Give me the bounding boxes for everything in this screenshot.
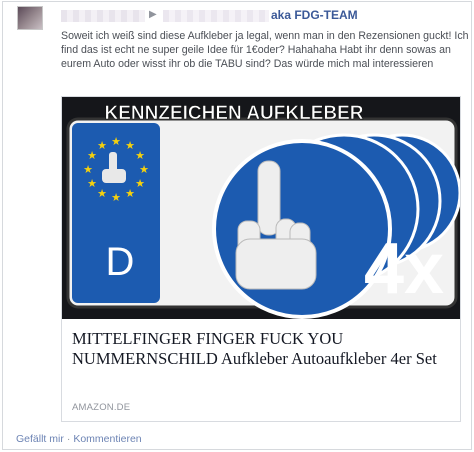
svg-text:★: ★ bbox=[97, 187, 107, 200]
post-container: ▶ aka FDG-TEAM Soweit ich weiß sind dies… bbox=[2, 1, 472, 450]
post-actions: Gefällt mir · Kommentieren bbox=[16, 432, 142, 446]
svg-text:★: ★ bbox=[111, 135, 121, 148]
redacted-target-name bbox=[163, 10, 269, 22]
svg-text:★: ★ bbox=[125, 139, 135, 152]
target-page-link[interactable]: aka FDG-TEAM bbox=[271, 7, 358, 23]
country-letter: D bbox=[106, 240, 135, 284]
quantity-label: 4x bbox=[364, 229, 444, 309]
svg-text:★: ★ bbox=[87, 177, 97, 190]
redacted-author-name bbox=[61, 10, 145, 22]
arrow-right-icon: ▶ bbox=[149, 9, 157, 20]
svg-text:★: ★ bbox=[139, 163, 149, 176]
link-preview-image[interactable]: ★ ★ ★ ★ ★ ★ ★ ★ ★ ★ ★ ★ D 4x KENNZEICHEN… bbox=[62, 97, 460, 319]
comment-link[interactable]: Kommentieren bbox=[73, 433, 141, 445]
avatar[interactable] bbox=[17, 6, 43, 30]
svg-text:★: ★ bbox=[83, 163, 93, 176]
svg-text:★: ★ bbox=[135, 177, 145, 190]
link-title[interactable]: MITTELFINGER FINGER FUCK YOU NUMMERNSCHI… bbox=[72, 329, 457, 369]
svg-text:★: ★ bbox=[135, 149, 145, 162]
svg-text:★: ★ bbox=[125, 187, 135, 200]
action-separator: · bbox=[66, 433, 71, 445]
link-preview-card[interactable]: ★ ★ ★ ★ ★ ★ ★ ★ ★ ★ ★ ★ D 4x KENNZEICHEN… bbox=[61, 96, 461, 422]
link-domain: AMAZON.DE bbox=[72, 402, 131, 413]
banner-text: KENNZEICHEN AUFKLEBER bbox=[105, 103, 364, 124]
svg-text:★: ★ bbox=[111, 191, 121, 204]
sticker-illustration: ★ ★ ★ ★ ★ ★ ★ ★ ★ ★ ★ ★ D 4x KENNZEICHEN… bbox=[62, 97, 460, 319]
post-text: Soweit ich weiß sind diese Aufkleber ja … bbox=[61, 30, 469, 70]
svg-text:★: ★ bbox=[87, 149, 97, 162]
svg-text:★: ★ bbox=[97, 139, 107, 152]
like-link[interactable]: Gefällt mir bbox=[16, 433, 64, 445]
